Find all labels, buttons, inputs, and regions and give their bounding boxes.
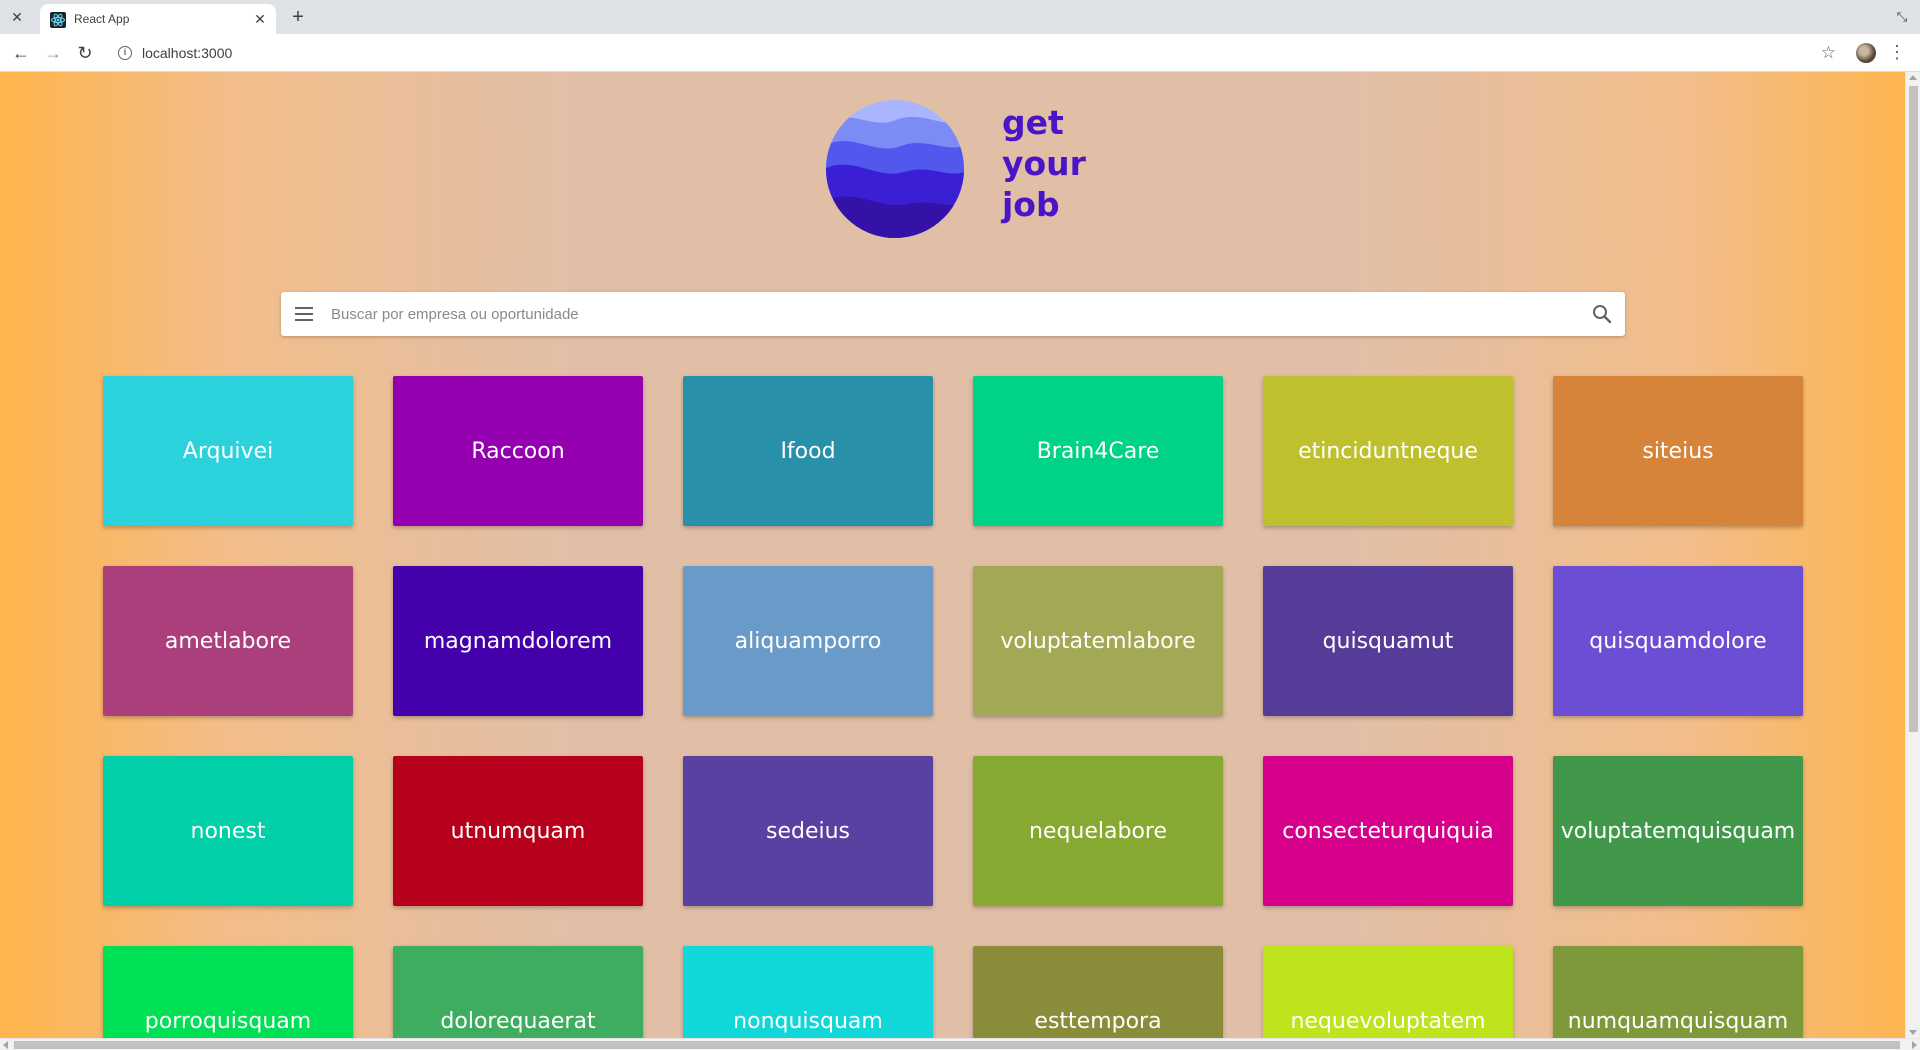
- scroll-left-icon[interactable]: [3, 1041, 8, 1049]
- company-name: Ifood: [780, 438, 836, 464]
- page-viewport: get your job Arquivei Raccoon Ifood Brain4C…: [0, 72, 1920, 1050]
- company-name: consecteturquiquia: [1282, 818, 1494, 844]
- company-card[interactable]: consecteturquiquia: [1263, 756, 1513, 906]
- company-name: Arquivei: [182, 438, 274, 464]
- company-card[interactable]: voluptatemlabore: [973, 566, 1223, 716]
- logo: [826, 100, 964, 243]
- company-card[interactable]: Brain4Care: [973, 376, 1223, 526]
- company-card[interactable]: Arquivei: [103, 376, 353, 526]
- scroll-right-icon[interactable]: [1912, 1041, 1917, 1049]
- company-card[interactable]: voluptatemquisquam: [1553, 756, 1803, 906]
- company-card[interactable]: quisquamdolore: [1553, 566, 1803, 716]
- brand-line: your: [1002, 144, 1086, 183]
- close-icon[interactable]: ✕: [252, 11, 268, 27]
- brand-line: job: [1002, 185, 1060, 224]
- search-input[interactable]: [331, 292, 1561, 336]
- company-card[interactable]: aliquamporro: [683, 566, 933, 716]
- company-card[interactable]: numquamquisquam: [1553, 946, 1803, 1050]
- arrow-left-icon[interactable]: ←: [11, 43, 31, 63]
- company-card[interactable]: dolorequaerat: [393, 946, 643, 1050]
- scroll-up-icon[interactable]: [1909, 75, 1917, 80]
- plus-icon[interactable]: +: [288, 7, 308, 27]
- browser-tab[interactable]: React App ✕: [40, 4, 276, 34]
- company-name: nonest: [190, 818, 266, 844]
- company-name: quisquamut: [1322, 628, 1454, 654]
- company-card[interactable]: etinciduntneque: [1263, 376, 1513, 526]
- company-name: numquamquisquam: [1567, 1008, 1789, 1034]
- company-name: utnumquam: [450, 818, 586, 844]
- wave-globe-icon: [826, 100, 964, 238]
- company-card[interactable]: utnumquam: [393, 756, 643, 906]
- avatar[interactable]: [1856, 43, 1876, 63]
- company-card[interactable]: Raccoon: [393, 376, 643, 526]
- company-name: siteius: [1642, 438, 1714, 464]
- company-card[interactable]: ametlabore: [103, 566, 353, 716]
- three-dots-icon[interactable]: ⋮: [1888, 42, 1906, 62]
- company-card[interactable]: esttempora: [973, 946, 1223, 1050]
- company-name: Brain4Care: [1036, 438, 1160, 464]
- company-card[interactable]: nonquisquam: [683, 946, 933, 1050]
- search-icon[interactable]: [1591, 303, 1613, 325]
- vertical-scrollbar[interactable]: [1905, 72, 1920, 1038]
- company-card[interactable]: nequelabore: [973, 756, 1223, 906]
- company-card[interactable]: magnamdolorem: [393, 566, 643, 716]
- company-card[interactable]: Ifood: [683, 376, 933, 526]
- company-card[interactable]: quisquamut: [1263, 566, 1513, 716]
- react-icon: [50, 12, 66, 28]
- company-name: dolorequaerat: [440, 1008, 596, 1034]
- company-card[interactable]: siteius: [1553, 376, 1803, 526]
- company-name: aliquamporro: [734, 628, 882, 654]
- tab-title: React App: [74, 12, 130, 26]
- company-name: esttempora: [1034, 1008, 1162, 1034]
- star-icon[interactable]: ☆: [1821, 43, 1836, 63]
- company-card[interactable]: nonest: [103, 756, 353, 906]
- arrow-right-icon[interactable]: →: [43, 43, 63, 63]
- company-name: magnamdolorem: [423, 628, 613, 654]
- search-bar: [281, 292, 1625, 336]
- scrollbar-thumb[interactable]: [14, 1041, 1900, 1049]
- scrollbar-thumb[interactable]: [1909, 86, 1918, 732]
- company-name: ametlabore: [164, 628, 292, 654]
- company-card[interactable]: nequevoluptatem: [1263, 946, 1513, 1050]
- brand-name: get your job: [1002, 102, 1142, 225]
- company-name: sedeius: [765, 818, 850, 844]
- scroll-down-icon[interactable]: [1909, 1030, 1917, 1035]
- company-name: etinciduntneque: [1298, 438, 1478, 464]
- reload-icon[interactable]: ↻: [75, 43, 95, 63]
- address-bar[interactable]: localhost:3000: [142, 45, 232, 61]
- horizontal-scrollbar[interactable]: [0, 1038, 1920, 1050]
- brand-line: get: [1002, 103, 1064, 142]
- company-name: porroquisquam: [144, 1008, 312, 1034]
- restore-window-icon[interactable]: ⤡: [1894, 9, 1910, 25]
- company-card[interactable]: porroquisquam: [103, 946, 353, 1050]
- company-name: nonquisquam: [733, 1008, 883, 1034]
- company-name: Raccoon: [471, 438, 565, 464]
- close-icon[interactable]: ✕: [8, 8, 26, 26]
- company-name: nequelabore: [1028, 818, 1168, 844]
- company-name: nequevoluptatem: [1290, 1008, 1486, 1034]
- company-name: voluptatemlabore: [1000, 628, 1196, 654]
- tab-strip: ✕ React App ✕ + ⤡: [0, 0, 1920, 34]
- browser-toolbar: ← → ↻ i localhost:3000 ☆ ⋮: [0, 34, 1920, 72]
- company-card[interactable]: sedeius: [683, 756, 933, 906]
- info-icon[interactable]: i: [118, 46, 132, 60]
- company-name: quisquamdolore: [1589, 628, 1767, 654]
- menu-icon[interactable]: [293, 303, 315, 325]
- company-name: voluptatemquisquam: [1560, 818, 1796, 844]
